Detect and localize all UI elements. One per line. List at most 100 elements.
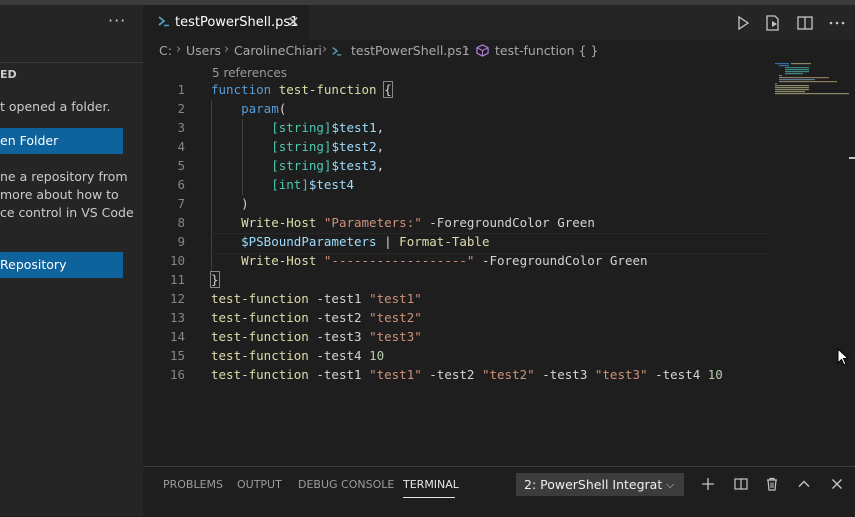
tab-problems[interactable]: PROBLEMS: [163, 478, 223, 491]
tab-terminal[interactable]: TERMINAL: [403, 478, 459, 491]
code-line: }: [210, 271, 220, 288]
parameter: -test1: [316, 291, 362, 306]
no-folder-text: t opened a folder.: [0, 99, 111, 114]
number: 10: [707, 367, 723, 382]
arguments: -ForegroundColor Green: [429, 215, 595, 230]
line-number: 9: [177, 234, 185, 249]
explorer-sidebar: ··· ED t opened a folder. en Folder ne a…: [0, 5, 143, 516]
chevron-down-icon: ⌵: [666, 478, 675, 491]
breadcrumb-separator: ›: [322, 42, 328, 57]
terminal-dropdown[interactable]: 2: PowerShell Integrated ⌵: [516, 473, 684, 496]
command: test-function: [211, 291, 309, 306]
tab-output[interactable]: OUTPUT: [237, 478, 282, 491]
code-line: $PSBoundParameters | Format-Table: [211, 234, 489, 249]
split-terminal-icon[interactable]: [733, 476, 749, 492]
variable: $test2: [331, 139, 377, 154]
breadcrumb-separator: ›: [464, 42, 470, 57]
clone-repository-label: Repository: [0, 257, 67, 272]
variable: $test4: [308, 177, 355, 192]
code-line: [string]$test3,: [211, 158, 384, 173]
line-number: 16: [169, 367, 185, 382]
command: test-function: [211, 367, 309, 382]
code-line: param(: [211, 101, 286, 116]
string: "test1": [369, 367, 422, 382]
minimap[interactable]: [771, 62, 851, 466]
sidebar-divider: [0, 62, 143, 63]
clone-text-line[interactable]: ce control in VS Code: [0, 205, 134, 220]
clone-text-line: ne a repository from: [0, 169, 128, 184]
close-icon[interactable]: [829, 476, 845, 492]
run-selection-icon[interactable]: [763, 13, 783, 33]
code-line: function test-function {: [211, 81, 393, 98]
parameter: -test2: [429, 367, 475, 382]
bottom-panel: PROBLEMS OUTPUT DEBUG CONSOLE TERMINAL 2…: [143, 466, 855, 517]
comma: ,: [376, 139, 385, 154]
keyword: function: [211, 82, 272, 97]
breadcrumb-separator: ›: [224, 42, 230, 57]
more-actions-icon[interactable]: ···: [108, 11, 126, 30]
editor-tab-strip: testPowerShell.ps1 ✕: [143, 5, 855, 40]
command: test-function: [211, 310, 309, 325]
breadcrumb-drive[interactable]: C:: [159, 43, 172, 58]
code-lens-references[interactable]: 5 references: [212, 66, 287, 80]
parameter: -test3: [542, 367, 588, 382]
clone-repository-button[interactable]: Repository: [0, 252, 123, 278]
more-actions-icon[interactable]: [827, 13, 847, 33]
symbol-function-icon: [476, 44, 489, 57]
open-folder-label: en Folder: [0, 133, 59, 148]
line-number: 7: [177, 196, 185, 211]
open-folder-button[interactable]: en Folder: [0, 128, 123, 154]
comma: ,: [376, 120, 385, 135]
section-title[interactable]: ED: [0, 68, 17, 81]
code-line: Write-Host "Parameters:" -ForegroundColo…: [211, 215, 595, 230]
code-line: test-function -test4 10: [211, 348, 384, 363]
keyword: param: [241, 101, 279, 116]
type: [string]: [271, 139, 332, 154]
terminal-dropdown-value: 2: PowerShell Integrated: [524, 477, 662, 492]
command: Write-Host: [241, 215, 317, 230]
code-line: test-function -test1 "test1": [211, 291, 422, 306]
string: "------------------": [323, 253, 475, 268]
powershell-file-icon: [158, 16, 169, 27]
type: [string]: [271, 158, 332, 173]
arguments: -ForegroundColor Green: [481, 253, 648, 268]
command: test-function: [211, 329, 309, 344]
line-number: 5: [177, 158, 185, 173]
code-line: [string]$test1,: [211, 120, 384, 135]
line-number: 12: [169, 291, 185, 306]
split-editor-icon[interactable]: [795, 13, 815, 33]
breadcrumb-symbol[interactable]: test-function { }: [495, 43, 598, 58]
trash-icon[interactable]: [764, 476, 780, 492]
parameter: -test4: [316, 348, 362, 363]
chevron-up-icon[interactable]: [796, 476, 812, 492]
line-number: 1: [177, 82, 185, 97]
active-tab-indicator: [403, 497, 455, 498]
string: "test2": [369, 310, 422, 325]
line-number: 6: [177, 177, 185, 192]
type: [string]: [271, 120, 332, 135]
line-number: 13: [169, 310, 185, 325]
paren: ): [241, 196, 249, 211]
string: "test3": [369, 329, 422, 344]
mouse-pointer-icon: [837, 348, 850, 366]
run-icon[interactable]: [733, 13, 753, 33]
breadcrumb-user[interactable]: CarolineChiari: [234, 43, 322, 58]
line-number: 8: [177, 215, 185, 230]
tab-testpowershell[interactable]: testPowerShell.ps1 ✕: [143, 5, 309, 40]
breadcrumb-users[interactable]: Users: [186, 43, 221, 58]
variable: $test1: [331, 120, 377, 135]
line-number: 4: [177, 139, 185, 154]
code-line: ): [211, 196, 249, 211]
breadcrumb-file[interactable]: testPowerShell.ps1: [351, 43, 470, 58]
scrollbar-marker[interactable]: [849, 157, 855, 159]
comma: ,: [376, 158, 385, 173]
new-terminal-icon[interactable]: [700, 476, 716, 492]
code-line: test-function -test1 "test1" -test2 "tes…: [211, 367, 723, 382]
line-number: 11: [169, 272, 185, 287]
string: "test2": [481, 367, 535, 382]
tab-debug-console[interactable]: DEBUG CONSOLE: [298, 478, 394, 491]
code-line: test-function -test2 "test2": [211, 310, 422, 325]
code-editor[interactable]: 5 references 1 2 3 4 5 6 7 8 9 10 11 12 …: [143, 62, 855, 466]
clone-text-line[interactable]: more about how to: [0, 187, 119, 202]
close-icon[interactable]: ✕: [287, 13, 300, 31]
